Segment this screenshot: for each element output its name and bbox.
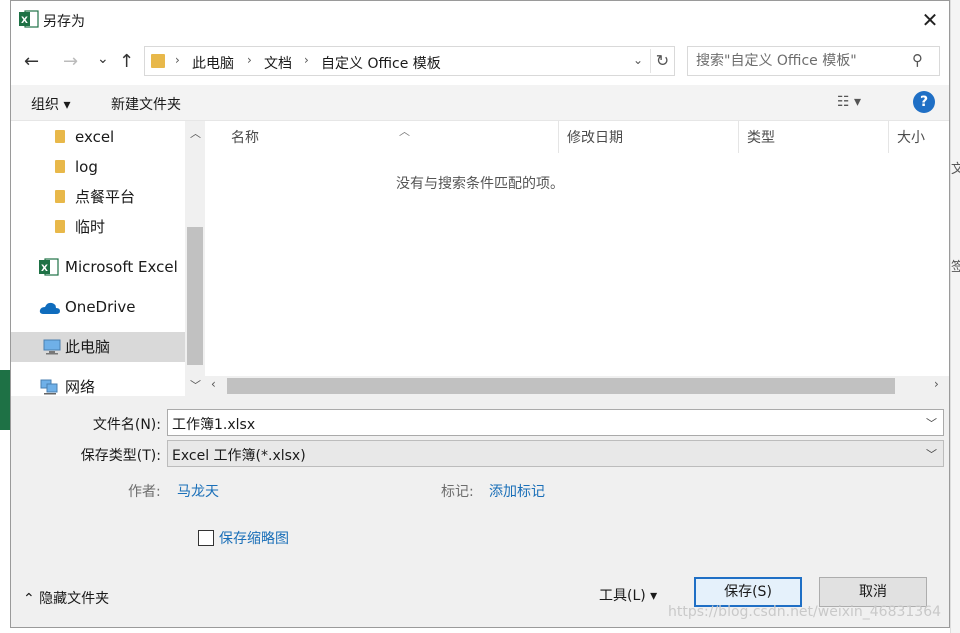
sidebar-item-this-pc[interactable]: 此电脑 (11, 332, 185, 362)
file-list-pane: 名称 ︿ 修改日期 类型 大小 没有与搜索条件匹配的项。 ‹ › (205, 121, 949, 396)
navigation-pane-scrollbar[interactable]: ︿ ﹀ (185, 121, 205, 396)
author-label: 作者: (128, 484, 161, 500)
background-right-strip: 文 签 (950, 0, 960, 633)
sidebar-item-ordering-platform[interactable]: 点餐平台 (11, 182, 185, 212)
computer-icon (43, 339, 61, 355)
filename-value: 工作簿1.xlsx (172, 417, 256, 433)
scrollbar-thumb[interactable] (187, 227, 203, 365)
file-list-horizontal-scrollbar[interactable]: ‹ › (205, 376, 949, 396)
filetype-value: Excel 工作簿(*.xlsx) (172, 448, 306, 464)
sidebar-item-label: 临时 (75, 218, 106, 236)
sidebar-item-temp[interactable]: 临时 (11, 212, 185, 242)
folder-icon (55, 220, 65, 233)
background-text: 文 (951, 162, 960, 177)
breadcrumb-documents[interactable]: 文档 (264, 53, 292, 73)
save-thumbnail-checkbox[interactable] (198, 530, 214, 546)
sidebar-item-label: 网络 (65, 378, 96, 396)
address-bar[interactable]: › 此电脑 › 文档 › 自定义 Office 模板 ⌄ ↻ (144, 46, 675, 76)
sidebar-item-microsoft-excel[interactable]: X Microsoft Excel (11, 252, 185, 282)
breadcrumb-custom-templates[interactable]: 自定义 Office 模板 (321, 53, 441, 73)
hide-folders-button[interactable]: ⌃ 隐藏文件夹 (23, 588, 109, 608)
add-tags-link[interactable]: 添加标记 (489, 481, 545, 501)
author-value[interactable]: 马龙天 (177, 481, 219, 501)
svg-text:X: X (21, 16, 28, 26)
sidebar-item-label: Microsoft Excel (65, 258, 178, 276)
close-button[interactable]: ✕ (916, 7, 944, 33)
title-bar: X 另存为 ✕ (11, 1, 949, 39)
empty-results-message: 没有与搜索条件匹配的项。 (396, 176, 564, 192)
cancel-button[interactable]: 取消 (819, 577, 927, 607)
sidebar-item-label: OneDrive (65, 298, 136, 316)
navigation-pane: excel log 点餐平台 临时 X Microsoft Excel OneD… (11, 121, 185, 396)
scroll-right-icon[interactable]: › (934, 377, 939, 391)
organize-button[interactable]: 组织 ▾ (31, 94, 70, 114)
scrollbar-thumb[interactable] (227, 378, 895, 394)
filename-field[interactable]: 工作簿1.xlsx ﹀ (167, 409, 944, 436)
scroll-up-icon[interactable]: ︿ (190, 125, 201, 141)
search-box[interactable]: ⚲ (687, 46, 940, 76)
folder-icon (55, 190, 65, 203)
sidebar-item-label: 点餐平台 (75, 188, 136, 206)
breadcrumb-separator[interactable]: › (247, 53, 252, 67)
window-title: 另存为 (43, 14, 85, 30)
save-as-dialog: X 另存为 ✕ ← → ⌄ ↑ › 此电脑 › 文档 › 自定义 Office … (10, 0, 950, 628)
column-header-type[interactable]: 类型 (739, 121, 889, 153)
address-dropdown-icon[interactable]: ⌄ (633, 53, 643, 67)
scroll-left-icon[interactable]: ‹ (211, 377, 216, 391)
tools-dropdown[interactable]: 工具(L) ▾ (599, 585, 657, 605)
breadcrumb-this-pc[interactable]: 此电脑 (192, 53, 234, 73)
watermark: https://blog.csdn.net/weixin_46831364 (668, 604, 942, 620)
network-icon (40, 379, 58, 395)
up-arrow-icon[interactable]: ↑ (119, 51, 134, 72)
forward-arrow-icon[interactable]: → (63, 51, 78, 72)
tags-label: 标记: (441, 484, 474, 500)
excel-icon: X (39, 258, 59, 276)
folder-icon (55, 160, 65, 173)
command-toolbar: 组织 ▾ 新建文件夹 ☷ ▾ ? (11, 85, 949, 121)
chevron-down-icon[interactable]: ﹀ (926, 415, 937, 431)
column-header-name[interactable]: 名称 ︿ (223, 121, 559, 153)
help-icon[interactable]: ? (913, 91, 935, 113)
sidebar-item-label: excel (75, 128, 115, 146)
folder-icon (151, 54, 165, 68)
breadcrumb-separator[interactable]: › (304, 53, 309, 67)
filetype-select[interactable]: Excel 工作簿(*.xlsx) ﹀ (167, 440, 944, 467)
save-thumbnail-label[interactable]: 保存缩略图 (219, 528, 289, 548)
sort-ascending-icon: ︿ (399, 125, 410, 138)
search-input[interactable] (688, 47, 908, 75)
sidebar-item-log[interactable]: log (11, 152, 185, 182)
sidebar-item-label: 此电脑 (65, 338, 111, 356)
sidebar-item-network[interactable]: 网络 (11, 372, 185, 402)
filename-label: 文件名(N): (92, 417, 161, 433)
navigation-bar: ← → ⌄ ↑ › 此电脑 › 文档 › 自定义 Office 模板 ⌄ ↻ ⚲ (11, 39, 949, 85)
background-excel-green (0, 370, 10, 430)
column-header-size[interactable]: 大小 (889, 121, 949, 153)
filetype-label: 保存类型(T): (80, 448, 161, 464)
search-icon[interactable]: ⚲ (912, 51, 923, 69)
sidebar-item-label: log (75, 158, 98, 176)
cloud-icon (39, 302, 60, 314)
sidebar-item-onedrive[interactable]: OneDrive (11, 292, 185, 322)
column-header-date[interactable]: 修改日期 (559, 121, 739, 153)
recent-locations-icon[interactable]: ⌄ (97, 51, 109, 67)
folder-icon (55, 130, 65, 143)
background-text: 签 (951, 260, 960, 275)
save-button[interactable]: 保存(S) (694, 577, 802, 607)
refresh-icon[interactable]: ↻ (650, 49, 674, 73)
new-folder-button[interactable]: 新建文件夹 (111, 94, 181, 114)
scroll-down-icon[interactable]: ﹀ (190, 377, 201, 393)
column-header-label: 名称 (231, 130, 259, 146)
sidebar-item-excel[interactable]: excel (11, 122, 185, 152)
svg-text:X: X (41, 264, 48, 274)
background-left-strip (0, 0, 10, 633)
breadcrumb-separator[interactable]: › (175, 53, 180, 67)
back-arrow-icon[interactable]: ← (24, 51, 39, 72)
chevron-down-icon[interactable]: ﹀ (926, 446, 937, 462)
view-options-icon[interactable]: ☷ ▾ (837, 94, 861, 110)
excel-icon: X (19, 10, 39, 28)
